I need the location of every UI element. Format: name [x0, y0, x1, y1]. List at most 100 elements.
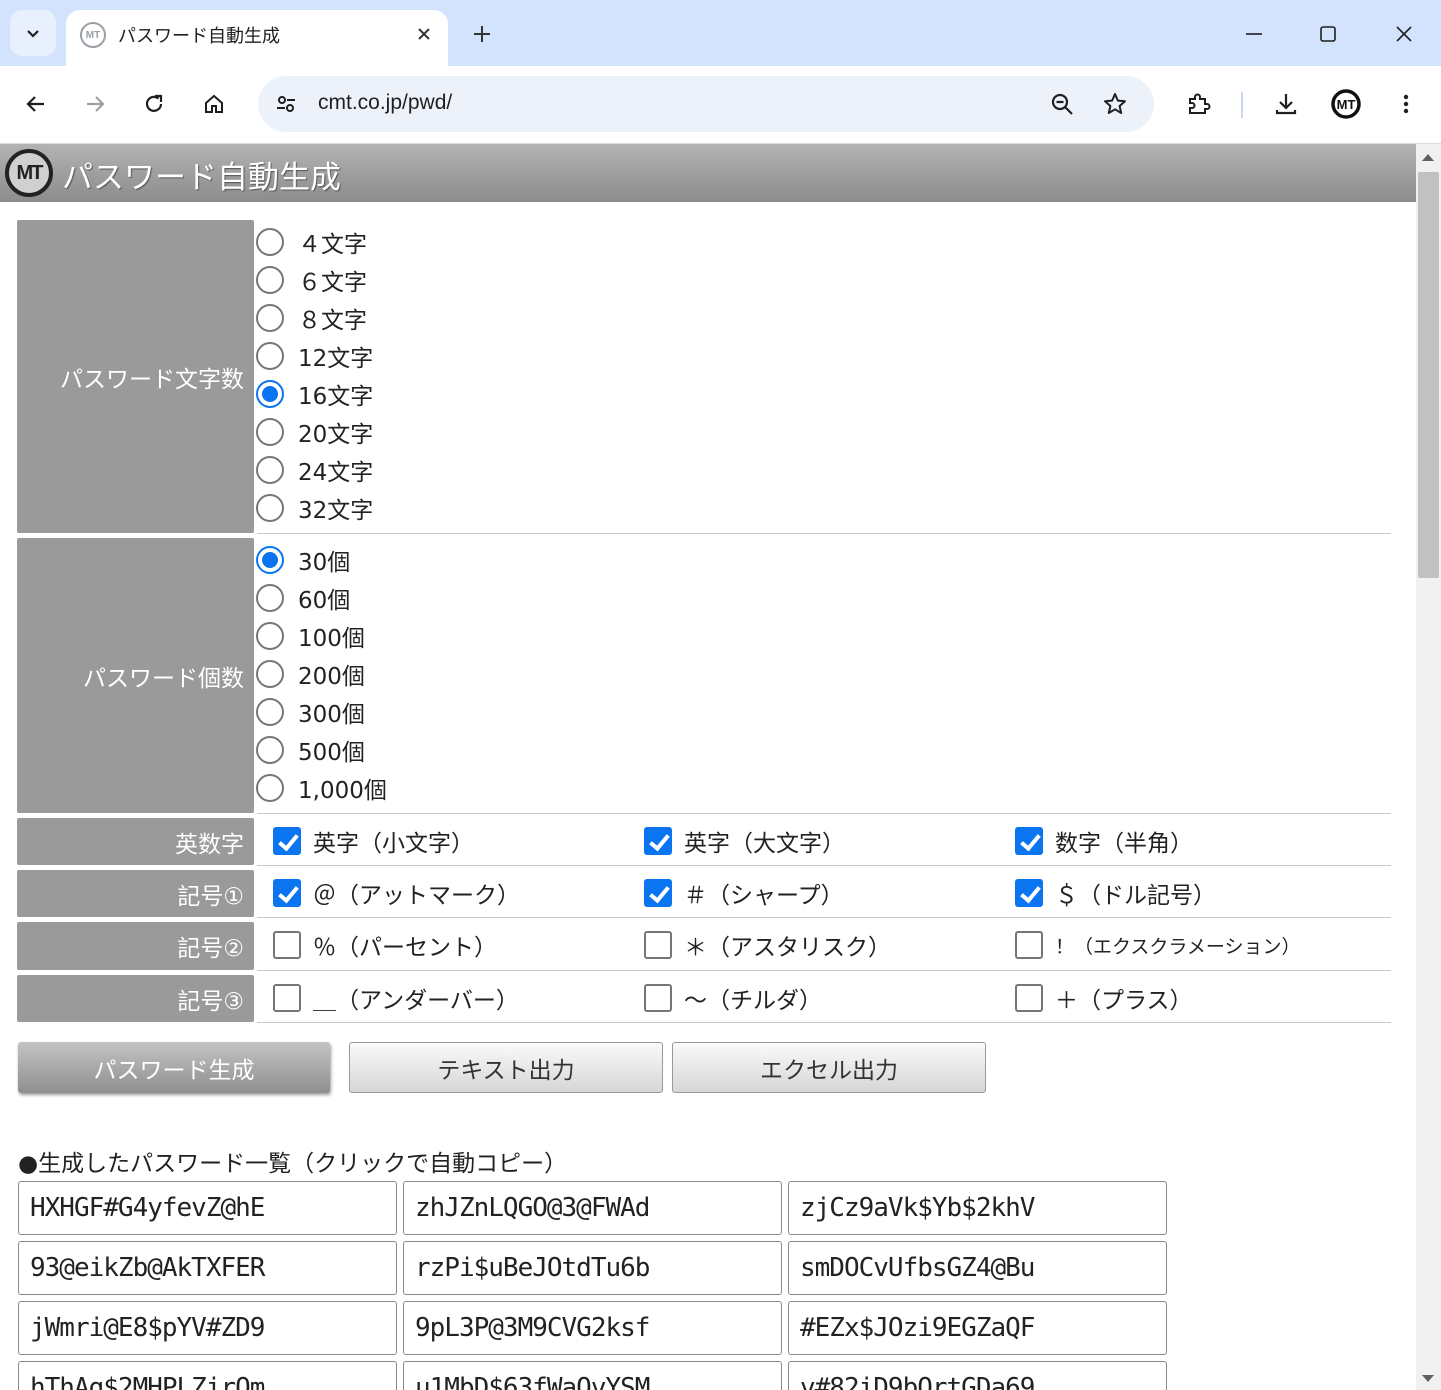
password-cell[interactable]: #EZx$JOzi9EGZaQF: [788, 1301, 1167, 1355]
password-cell[interactable]: zhJZnLQGO@3@FWAd: [403, 1181, 782, 1235]
scroll-thumb[interactable]: [1418, 172, 1439, 578]
checkbox-checked[interactable]: [273, 879, 301, 907]
checkbox[interactable]: [1015, 931, 1043, 959]
page-scrollbar[interactable]: [1416, 144, 1441, 1390]
zoom-button[interactable]: [1044, 86, 1080, 122]
radio-button[interactable]: [256, 622, 284, 650]
checkbox-checked[interactable]: [1015, 827, 1043, 855]
check-tilde[interactable]: ～（チルダ）: [644, 978, 822, 1018]
check-at[interactable]: ＠（アットマーク）: [273, 873, 520, 913]
arrow-left-icon: [26, 96, 44, 112]
scroll-up-arrow-icon[interactable]: [1422, 154, 1434, 161]
length-option-32[interactable]: 32文字: [256, 489, 373, 527]
option-label: 20文字: [298, 422, 374, 448]
password-cell[interactable]: v#82iD9bOrtGDa69: [788, 1361, 1167, 1390]
check-lowercase[interactable]: 英字（小文字）: [273, 821, 474, 861]
chevron-down-icon: [27, 30, 39, 38]
forward-button[interactable]: [75, 84, 115, 124]
tab-close-button[interactable]: [410, 20, 438, 48]
check-uppercase[interactable]: 英字（大文字）: [644, 821, 845, 861]
radio-button[interactable]: [256, 584, 284, 612]
radio-button-selected[interactable]: [256, 546, 284, 574]
radio-button[interactable]: [256, 698, 284, 726]
radio-button-selected[interactable]: [256, 380, 284, 408]
checkbox-checked[interactable]: [1015, 879, 1043, 907]
back-button[interactable]: [16, 84, 56, 124]
checkbox-checked[interactable]: [273, 827, 301, 855]
text-export-button[interactable]: テキスト出力: [349, 1042, 663, 1093]
count-option-500[interactable]: 500個: [256, 731, 365, 769]
check-underscore[interactable]: ＿（アンダーバー）: [273, 978, 519, 1018]
checkbox[interactable]: [273, 984, 301, 1012]
length-option-16[interactable]: 16文字: [256, 375, 373, 413]
checkbox[interactable]: [273, 931, 301, 959]
window-close-button[interactable]: [1384, 14, 1424, 54]
length-option-24[interactable]: 24文字: [256, 451, 373, 489]
checkbox[interactable]: [644, 984, 672, 1012]
radio-button[interactable]: [256, 342, 284, 370]
checkbox-checked[interactable]: [644, 879, 672, 907]
password-cell[interactable]: smDOCvUfbsGZ4@Bu: [788, 1241, 1167, 1295]
password-cell[interactable]: HXHGF#G4yfevZ@hE: [18, 1181, 397, 1235]
radio-button[interactable]: [256, 494, 284, 522]
address-bar[interactable]: cmt.co.jp/pwd/: [258, 76, 1154, 132]
password-cell[interactable]: u1MbD$63fWaOvYSM: [403, 1361, 782, 1390]
count-option-300[interactable]: 300個: [256, 693, 365, 731]
maximize-button[interactable]: [1308, 14, 1348, 54]
check-plus[interactable]: ＋（プラス）: [1015, 978, 1193, 1018]
checkbox[interactable]: [644, 931, 672, 959]
browser-tabstrip: MT パスワード自動生成: [0, 0, 1441, 66]
check-exclamation[interactable]: ！（エクスクラメーション）: [1015, 925, 1300, 965]
bookmark-button[interactable]: [1097, 86, 1133, 122]
reload-button[interactable]: [134, 84, 174, 124]
password-cell[interactable]: zjCz9aVk$Yb$2khV: [788, 1181, 1167, 1235]
length-option-12[interactable]: 12文字: [256, 337, 373, 375]
radio-button[interactable]: [256, 456, 284, 484]
length-option-8[interactable]: ８文字: [256, 299, 367, 337]
count-option-100[interactable]: 100個: [256, 617, 365, 655]
menu-button[interactable]: [1386, 84, 1426, 124]
password-cell[interactable]: hThAg$2MHPLZirOm: [18, 1361, 397, 1390]
count-option-1000[interactable]: 1,000個: [256, 769, 387, 807]
generate-button[interactable]: パスワード生成: [18, 1042, 330, 1093]
checkbox[interactable]: [1015, 984, 1043, 1012]
check-digits[interactable]: 数字（半角）: [1015, 821, 1193, 861]
profile-button[interactable]: MT: [1326, 84, 1366, 124]
minimize-button[interactable]: [1234, 14, 1274, 54]
radio-button[interactable]: [256, 418, 284, 446]
radio-button[interactable]: [256, 228, 284, 256]
radio-button[interactable]: [256, 266, 284, 294]
extensions-button[interactable]: [1178, 84, 1218, 124]
check-percent[interactable]: ％（パーセント）: [273, 925, 497, 965]
check-sharp[interactable]: ＃（シャープ）: [644, 873, 844, 913]
count-option-200[interactable]: 200個: [256, 655, 365, 693]
check-asterisk[interactable]: ＊（アスタリスク）: [644, 925, 891, 965]
row-divider: [257, 865, 1391, 866]
radio-button[interactable]: [256, 660, 284, 688]
tab-search-button[interactable]: [10, 10, 56, 56]
checkbox-checked[interactable]: [644, 827, 672, 855]
count-option-30[interactable]: 30個: [256, 541, 350, 579]
new-tab-button[interactable]: [462, 16, 502, 52]
url-text[interactable]: cmt.co.jp/pwd/: [318, 91, 452, 115]
length-option-4[interactable]: ４文字: [256, 223, 367, 261]
length-option-20[interactable]: 20文字: [256, 413, 373, 451]
length-option-6[interactable]: ６文字: [256, 261, 367, 299]
check-dollar[interactable]: ＄（ドル記号）: [1015, 873, 1216, 913]
radio-button[interactable]: [256, 736, 284, 764]
scroll-down-arrow-icon[interactable]: [1422, 1375, 1434, 1382]
browser-tab-active[interactable]: MT パスワード自動生成: [66, 10, 448, 66]
count-option-60[interactable]: 60個: [256, 579, 350, 617]
option-label: ＋（プラス）: [1055, 988, 1193, 1014]
excel-export-button[interactable]: エクセル出力: [672, 1042, 986, 1093]
password-cell[interactable]: jWmri@E8$pYV#ZD9: [18, 1301, 397, 1355]
radio-button[interactable]: [256, 304, 284, 332]
password-cell[interactable]: 9pL3P@3M9CVG2ksf: [403, 1301, 782, 1355]
radio-button[interactable]: [256, 774, 284, 802]
site-info-button[interactable]: [268, 86, 304, 122]
password-cell[interactable]: rzPi$uBeJOtdTu6b: [403, 1241, 782, 1295]
home-button[interactable]: [194, 84, 234, 124]
option-label: ～（チルダ）: [684, 988, 822, 1014]
downloads-button[interactable]: [1266, 84, 1306, 124]
password-cell[interactable]: 93@eikZb@AkTXFER: [18, 1241, 397, 1295]
